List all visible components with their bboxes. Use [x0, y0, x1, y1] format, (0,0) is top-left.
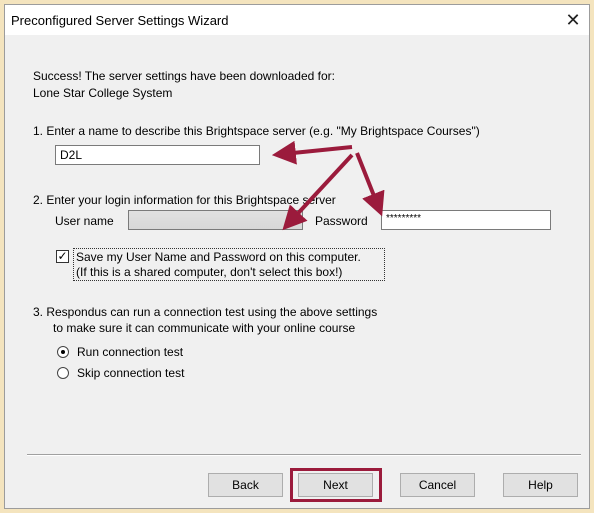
arrow-to-name-field — [271, 140, 353, 165]
annotation-arrows — [271, 140, 385, 231]
arrow-to-username-field — [282, 153, 354, 231]
arrow-to-password-field — [355, 152, 385, 217]
